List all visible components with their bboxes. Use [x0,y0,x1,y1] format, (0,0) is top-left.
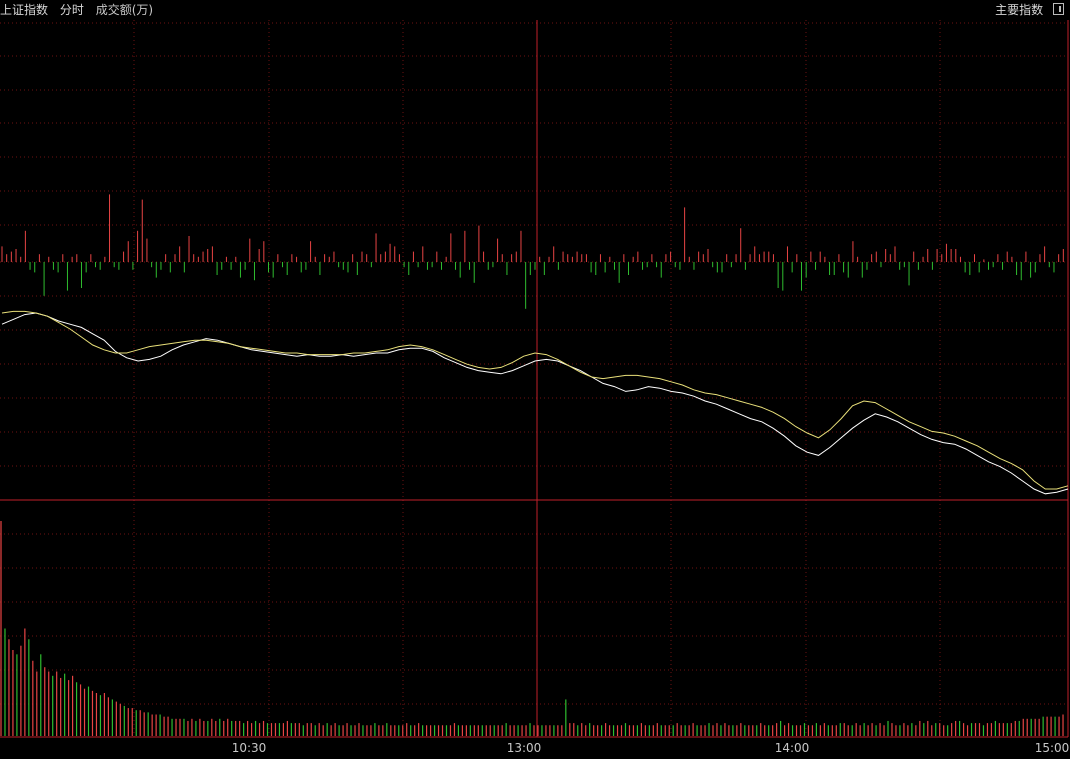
main-index-button[interactable]: 主要指数 [995,3,1043,17]
intraday-chart: 10:30 13:00 14:00 15:00 [0,20,1070,755]
time-tick-label: 14:00 [775,741,810,755]
time-tick-label: 10:30 [232,741,267,755]
price-line [1,312,1069,495]
panel-toggle-icon[interactable] [1053,3,1064,15]
time-tick-label: 15:00 [1035,741,1070,755]
mode-label[interactable]: 分时 [60,3,84,17]
average-line [1,310,1069,490]
chart-header: 上证指数 分时 成交额(万) 主要指数 [0,0,1070,20]
header-left: 上证指数 分时 成交额(万) [0,0,161,20]
volume-label: 成交额(万) [95,3,154,17]
header-right: 主要指数 [995,0,1064,20]
index-name[interactable]: 上证指数 [0,3,48,17]
time-tick-label: 13:00 [507,741,542,755]
